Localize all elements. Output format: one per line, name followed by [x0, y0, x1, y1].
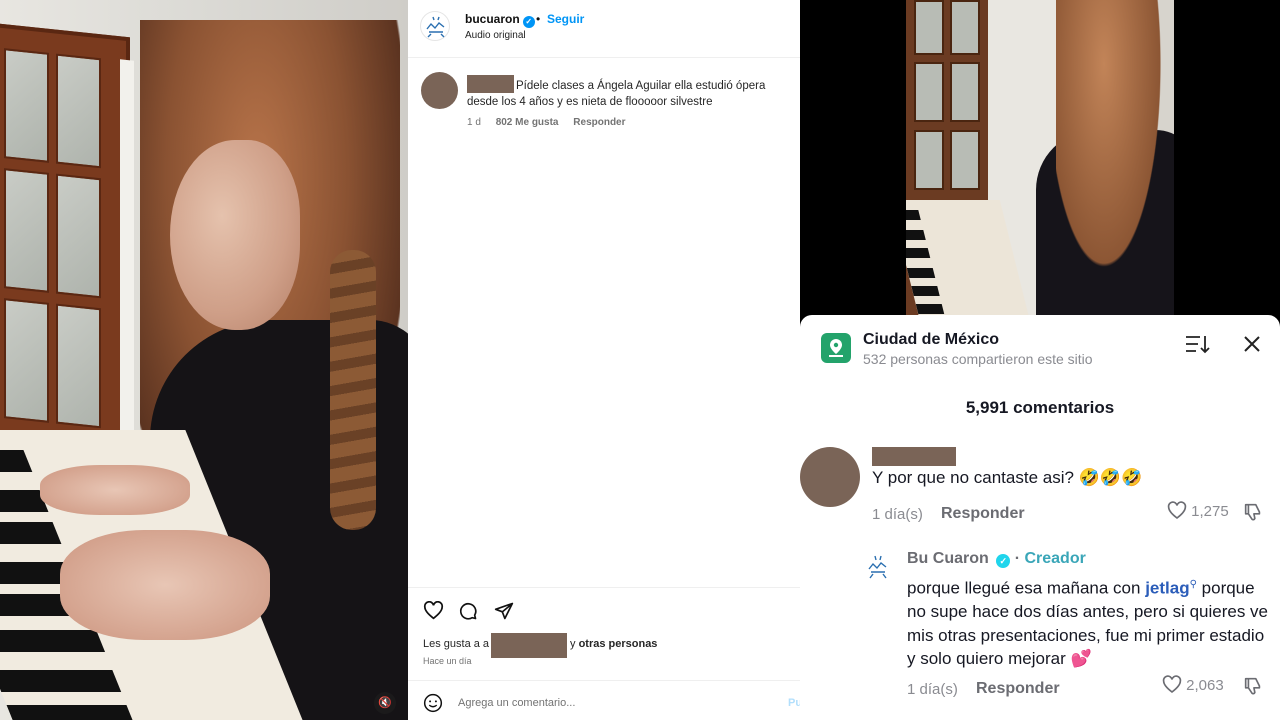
- search-link[interactable]: jetlag: [1145, 579, 1189, 598]
- like-count: 2,063: [1186, 677, 1224, 694]
- instagram-panel: bucuaron ✓ • Seguir Audio original Pídele…: [408, 0, 802, 720]
- location-pin-icon[interactable]: [821, 333, 851, 363]
- comment-text: Y por que no cantaste asi? 🤣🤣🤣: [872, 468, 1143, 487]
- search-icon[interactable]: ⚲: [1190, 579, 1197, 590]
- thumbs-down-icon: [1244, 677, 1261, 695]
- comment-avatar-redacted[interactable]: [800, 447, 860, 507]
- likes-summary-others: y otras personas: [570, 638, 658, 650]
- comment-age: 1 d: [467, 117, 481, 128]
- comment-input[interactable]: Agrega un comentario...: [458, 697, 575, 709]
- avatar[interactable]: [420, 11, 450, 41]
- braid-image: [330, 250, 376, 530]
- reply-button[interactable]: Responder: [941, 505, 1025, 523]
- reply-button[interactable]: Responder: [976, 680, 1060, 698]
- location-subtitle: 532 personas compartieron este sitio: [863, 351, 1093, 367]
- creator-avatar[interactable]: [864, 552, 894, 582]
- like-button[interactable]: 1,275: [1167, 501, 1229, 520]
- username[interactable]: bucuaron ✓: [465, 12, 535, 28]
- comment-likes[interactable]: 802 Me gusta: [496, 117, 559, 128]
- emoji-icon[interactable]: [423, 693, 443, 713]
- comment-count: 5,991 comentarios: [965, 398, 1115, 417]
- creator-badge: Creador: [1024, 550, 1086, 567]
- left-video-frame[interactable]: 🔇: [0, 0, 408, 720]
- heart-icon: [1167, 501, 1187, 520]
- crab-logo-icon: [426, 16, 445, 38]
- comment-input-bar: Agrega un comentario... Pu: [408, 680, 802, 720]
- comment-time: 1 día(s): [907, 681, 958, 698]
- creator-name[interactable]: Bu Cuaron: [907, 550, 989, 567]
- door-image: [906, 0, 988, 200]
- comment-time: 1 día(s): [872, 506, 923, 523]
- heart-icon[interactable]: [423, 601, 444, 620]
- like-button[interactable]: 2,063: [1162, 675, 1224, 694]
- post-time: Hace un día: [423, 656, 472, 666]
- verified-badge-icon: ✓: [996, 554, 1011, 568]
- dislike-button[interactable]: [1242, 675, 1264, 698]
- audio-link[interactable]: Audio original: [465, 30, 526, 41]
- video-scene: [906, 0, 1174, 330]
- comments-sheet: Ciudad de México 532 personas compartier…: [800, 315, 1280, 720]
- comment-meta: 1 d 802 Me gusta Responder: [467, 117, 638, 128]
- post-header: bucuaron ✓ • Seguir Audio original: [408, 0, 800, 58]
- hand-image: [60, 530, 270, 640]
- sort-icon[interactable]: [1184, 333, 1210, 355]
- separator-dot: •: [536, 12, 541, 26]
- piano-keys-image: [906, 200, 1033, 330]
- heart-icon: [1162, 675, 1182, 694]
- dislike-button[interactable]: [1242, 501, 1264, 524]
- reply-button[interactable]: Responder: [573, 117, 625, 128]
- comment-text: Pídele clases a Ángela Aguilar ella estu…: [467, 80, 766, 108]
- face-image: [170, 140, 300, 330]
- username-redacted: [872, 447, 956, 466]
- right-video-frame[interactable]: [800, 0, 1280, 330]
- verified-badge-icon: ✓: [522, 16, 535, 28]
- share-icon[interactable]: [494, 601, 514, 621]
- likes-summary: Les gusta a a: [423, 638, 490, 650]
- comment-icon[interactable]: [458, 601, 478, 621]
- comment-text: porque llegué esa mañana con jetlag⚲ por…: [907, 578, 1269, 669]
- like-count: 1,275: [1191, 503, 1229, 520]
- hair-image: [1056, 0, 1174, 320]
- action-bar: [408, 587, 800, 632]
- thumbs-down-icon: [1244, 503, 1261, 521]
- liker-redacted: [491, 633, 567, 658]
- creator-name-line: Bu Cuaron ✓ · Creador: [907, 550, 1086, 568]
- hand-image: [40, 465, 190, 515]
- location-title[interactable]: Ciudad de México: [863, 331, 999, 349]
- follow-button[interactable]: Seguir: [547, 12, 584, 26]
- crab-logo-icon: [868, 555, 887, 579]
- close-icon[interactable]: [1241, 333, 1263, 355]
- mute-icon[interactable]: 🔇: [374, 692, 396, 714]
- comment-avatar-redacted[interactable]: [421, 72, 458, 109]
